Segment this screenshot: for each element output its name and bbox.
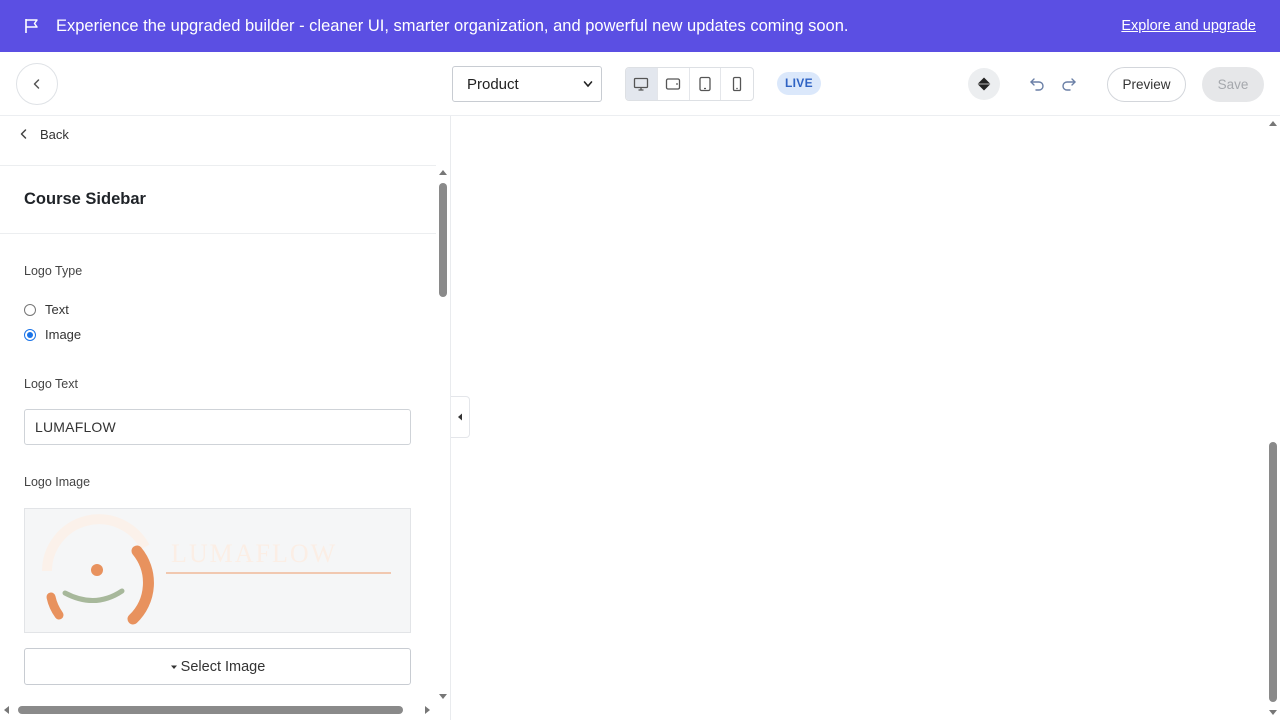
logo-image: LUMAFLOW bbox=[42, 514, 391, 625]
scroll-left-icon[interactable] bbox=[2, 705, 12, 715]
redo-button[interactable] bbox=[1059, 74, 1079, 94]
scroll-down-icon[interactable] bbox=[438, 691, 448, 701]
undo-button[interactable] bbox=[1027, 74, 1047, 94]
panel-horizontal-scrollbar[interactable] bbox=[0, 703, 436, 717]
panel-back-button[interactable]: Back bbox=[18, 124, 69, 144]
caret-left-icon bbox=[458, 413, 462, 421]
tablet-portrait-icon bbox=[699, 76, 711, 92]
banner-message: Experience the upgraded builder - cleane… bbox=[56, 17, 849, 35]
preview-button[interactable]: Preview bbox=[1107, 67, 1186, 102]
scroll-up-icon[interactable] bbox=[438, 168, 448, 178]
device-mobile-button[interactable] bbox=[721, 68, 753, 100]
scrollbar-thumb[interactable] bbox=[1269, 442, 1277, 702]
logo-text-label: Logo Text bbox=[24, 377, 78, 391]
flag-icon bbox=[23, 17, 41, 35]
collapse-panel-toggle[interactable] bbox=[451, 396, 470, 438]
svg-text:LUMAFLOW: LUMAFLOW bbox=[171, 539, 337, 568]
logo-type-image-option[interactable]: Image bbox=[24, 327, 81, 342]
live-status-badge: LIVE bbox=[777, 72, 821, 95]
select-image-button[interactable]: Select Image bbox=[24, 648, 411, 685]
theme-toggle-button[interactable] bbox=[968, 68, 1000, 100]
scrollbar-thumb[interactable] bbox=[439, 183, 447, 297]
scroll-up-icon[interactable] bbox=[1268, 119, 1278, 129]
logo-type-label: Logo Type bbox=[24, 264, 83, 278]
save-button[interactable]: Save bbox=[1202, 67, 1264, 102]
device-tablet-landscape-button[interactable] bbox=[658, 68, 690, 100]
tablet-landscape-icon bbox=[665, 78, 681, 90]
explore-upgrade-link[interactable]: Explore and upgrade bbox=[1121, 17, 1256, 35]
radio-image[interactable] bbox=[24, 328, 36, 341]
canvas-vertical-scrollbar[interactable] bbox=[1266, 116, 1280, 720]
panel-vertical-scrollbar[interactable] bbox=[436, 166, 450, 703]
chevron-left-icon bbox=[20, 129, 27, 139]
chevron-left-icon bbox=[33, 79, 40, 89]
diamond-icon bbox=[977, 77, 991, 91]
radio-image-label: Image bbox=[45, 327, 82, 342]
settings-panel: Back Course Sidebar Logo Type Text Image… bbox=[0, 116, 450, 720]
divider bbox=[0, 233, 436, 234]
page-select[interactable]: Product bbox=[452, 66, 602, 102]
device-desktop-button[interactable] bbox=[626, 68, 658, 100]
builder-toolbar: Product LIVE Preview Save bbox=[0, 52, 1280, 116]
chevron-down-icon bbox=[583, 81, 593, 88]
desktop-icon bbox=[634, 77, 649, 91]
redo-icon bbox=[1062, 78, 1076, 91]
scroll-right-icon[interactable] bbox=[422, 705, 432, 715]
panel-title: Course Sidebar bbox=[24, 190, 146, 208]
logo-type-text-option[interactable]: Text bbox=[24, 302, 69, 317]
undo-icon bbox=[1030, 78, 1044, 91]
panel-back-label: Back bbox=[40, 126, 69, 142]
device-tablet-portrait-button[interactable] bbox=[690, 68, 722, 100]
radio-text[interactable] bbox=[24, 303, 36, 316]
caret-down-icon bbox=[170, 665, 177, 669]
scroll-down-icon[interactable] bbox=[1268, 707, 1278, 717]
scrollbar-thumb[interactable] bbox=[18, 706, 403, 714]
logo-text-input[interactable]: LUMAFLOW bbox=[24, 409, 411, 445]
announcement-banner: Experience the upgraded builder - cleane… bbox=[0, 0, 1280, 52]
logo-image-label: Logo Image bbox=[24, 475, 91, 489]
divider bbox=[0, 165, 436, 166]
page-canvas[interactable] bbox=[450, 116, 1266, 720]
device-switcher bbox=[625, 67, 754, 101]
select-image-label: Select Image bbox=[180, 658, 266, 675]
logo-image-preview: LUMAFLOW bbox=[24, 508, 411, 633]
logo-text-value: LUMAFLOW bbox=[35, 419, 116, 435]
page-select-value: Product bbox=[467, 75, 519, 93]
radio-text-label: Text bbox=[45, 302, 69, 317]
mobile-icon bbox=[732, 76, 742, 92]
exit-builder-button[interactable] bbox=[16, 63, 58, 105]
